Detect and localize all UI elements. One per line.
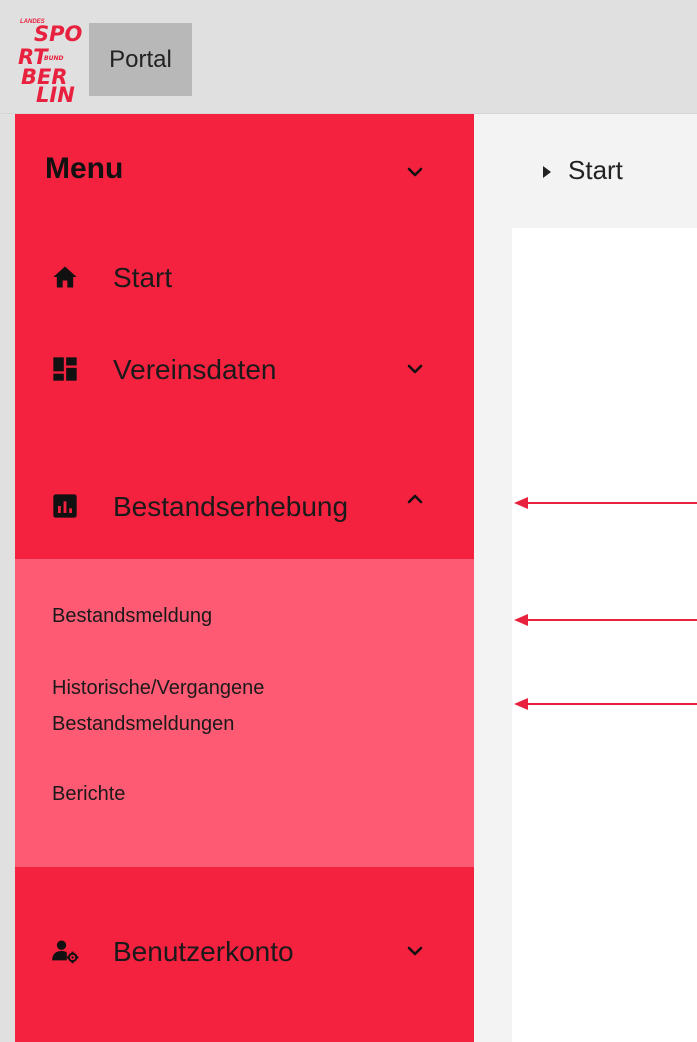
- sidebar-menu: Menu Start Vereinsdaten Bestandserhebung…: [15, 114, 474, 1042]
- bar-chart-icon: [53, 494, 77, 518]
- menu-title: Menu: [45, 152, 124, 185]
- sidebar-item-start[interactable]: Start: [15, 242, 474, 312]
- sidebar-item-benutzerkonto[interactable]: Benutzerkonto: [15, 916, 474, 986]
- page: LANDES SPO RT BUND BER LIN Portal Menu S…: [0, 0, 697, 1042]
- annotation-arrow-icon: [514, 497, 697, 509]
- submenu-item-bestandsmeldung[interactable]: Bestandsmeldung: [52, 599, 212, 633]
- portal-button[interactable]: Portal: [89, 23, 192, 96]
- submenu-item-historische-line1[interactable]: Historische/Vergangene: [52, 671, 264, 705]
- top-header: LANDES SPO RT BUND BER LIN Portal: [0, 0, 697, 114]
- sidebar-item-bestandserhebung[interactable]: Bestandserhebung: [15, 471, 474, 541]
- chevron-up-icon[interactable]: [403, 487, 427, 511]
- caret-right-icon: [543, 166, 551, 178]
- submenu-item-historische-line2[interactable]: Bestandsmeldungen: [52, 707, 234, 741]
- content-left-gutter: [474, 228, 512, 1042]
- user-settings-icon: [52, 940, 79, 964]
- chevron-down-icon[interactable]: [403, 939, 427, 963]
- annotation-arrow-icon: [514, 698, 697, 710]
- left-margin-strip: [0, 114, 15, 1042]
- sidebar-item-label: Benutzerkonto: [113, 936, 294, 967]
- chevron-down-icon[interactable]: [403, 357, 427, 381]
- sidebar-item-label: Vereinsdaten: [113, 354, 277, 385]
- submenu-item-berichte[interactable]: Berichte: [52, 777, 125, 811]
- landessportbund-berlin-logo[interactable]: LANDES SPO RT BUND BER LIN: [14, 14, 88, 106]
- sidebar-item-label: Start: [113, 262, 173, 293]
- logo-text-line2-small: BUND: [44, 55, 64, 62]
- logo-text-line1: SPO: [34, 22, 83, 46]
- logo-text-line4: LIN: [36, 83, 75, 107]
- menu-header[interactable]: Menu: [15, 114, 474, 228]
- chevron-down-icon: [407, 167, 423, 177]
- breadcrumb-start[interactable]: Start: [568, 155, 623, 186]
- sidebar-item-vereinsdaten[interactable]: Vereinsdaten: [15, 334, 474, 404]
- dashboard-icon: [53, 357, 77, 381]
- bestandserhebung-submenu: Bestandsmeldung Historische/Vergangene B…: [15, 559, 474, 867]
- sidebar-item-label: Bestandserhebung: [113, 491, 349, 522]
- home-icon: [53, 266, 77, 288]
- annotation-arrow-icon: [514, 614, 697, 626]
